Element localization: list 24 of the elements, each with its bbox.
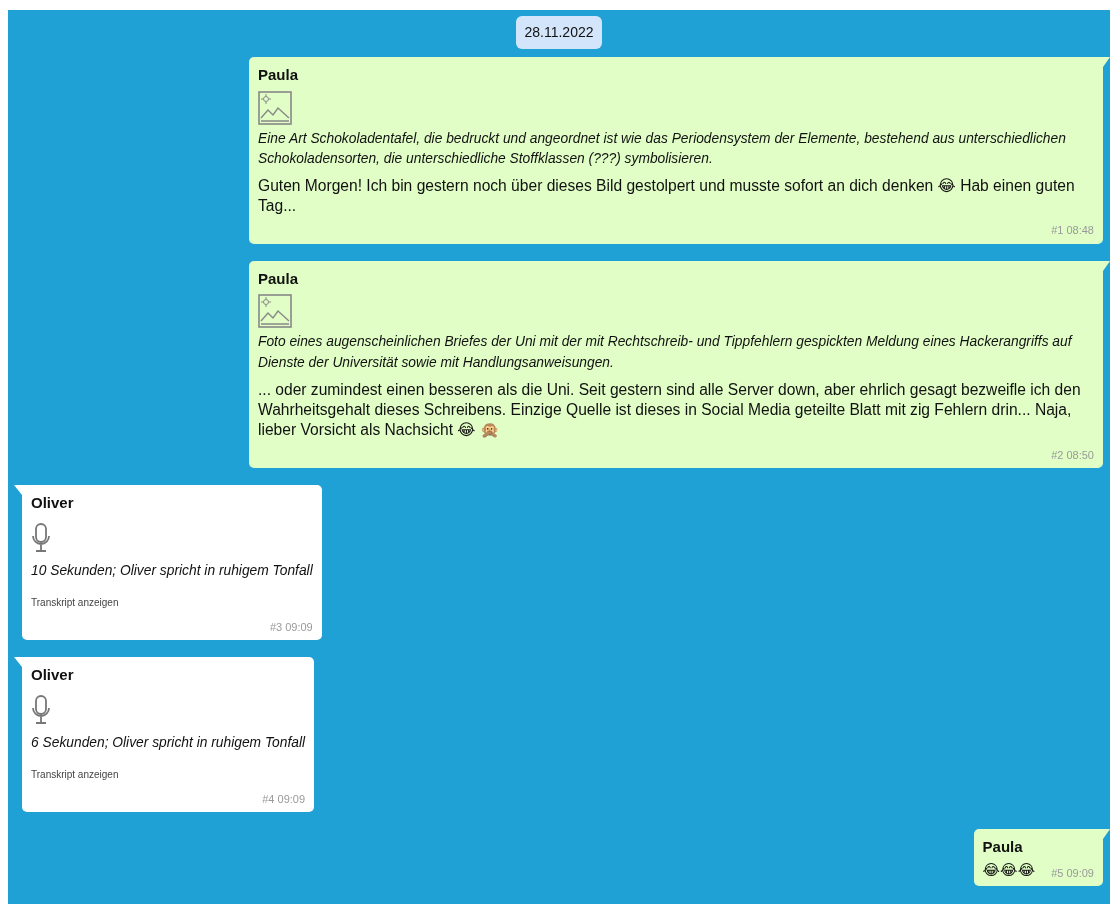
audio-caption: 10 Sekunden; Oliver spricht in ruhigem Tonfall bbox=[31, 561, 313, 580]
message-meta: #1 08:48 bbox=[1051, 223, 1094, 239]
message-text: Guten Morgen! Ich bin gestern noch über dieses Bild gestolpert und musste sofort an dich denken 😂 Hab einen guten Tag... bbox=[258, 175, 1076, 217]
message-text: ... oder zumindest einen besseren als die Uni. Seit gestern sind alle Server down, aber ehrlich gesagt bezweifle ich den Wahrheitsgehalt dieses Schreibens. Einzige Quelle ist dieses in Social Media geteilte Blatt mit zig Fehlern drin... Naja, lieber Vorsicht als Nachsicht 😂 🙊 bbox=[258, 379, 1082, 441]
transcript-link[interactable]: Transkript anzeigen bbox=[31, 595, 119, 611]
sender-name: Oliver bbox=[31, 665, 74, 686]
date-label: 28.11.2022 bbox=[516, 16, 602, 49]
image-icon bbox=[258, 294, 292, 329]
image-caption: Foto eines augenscheinlichen Briefes der Uni mit der mit Rechtschreib- und Tippfehlern gespickten Meldung eines Hackerangriffs auf Dienste der Universität sowie mit Handlungsanweisungen. bbox=[258, 333, 1074, 373]
sender-name: Paula bbox=[258, 268, 299, 289]
message-meta: #5 09:09 bbox=[1051, 865, 1094, 881]
sender-name: Paula bbox=[982, 837, 1023, 858]
sender-name: Paula bbox=[258, 65, 299, 85]
microphone-icon bbox=[31, 522, 51, 553]
message-meta: #3 09:09 bbox=[269, 619, 313, 635]
message-meta: #4 09:09 bbox=[262, 791, 306, 807]
audio-caption: 6 Sekunden; Oliver spricht in ruhigem Tonfall bbox=[31, 733, 306, 752]
image-icon bbox=[258, 90, 292, 125]
microphone-icon bbox=[31, 694, 51, 725]
image-caption: Eine Art Schokoladentafel, die bedruckt und angeordnet ist wie das Periodensystem der Elemente, bestehend aus unterschiedlichen Schokoladensorten, die unterschiedliche Stoffklassen (???) symbolisieren. bbox=[258, 129, 1067, 169]
sender-name: Oliver bbox=[31, 493, 74, 514]
message-text: 😂😂😂 bbox=[982, 859, 1036, 880]
transcript-link[interactable]: Transkript anzeigen bbox=[31, 767, 119, 783]
message-meta: #2 08:50 bbox=[1051, 447, 1094, 463]
